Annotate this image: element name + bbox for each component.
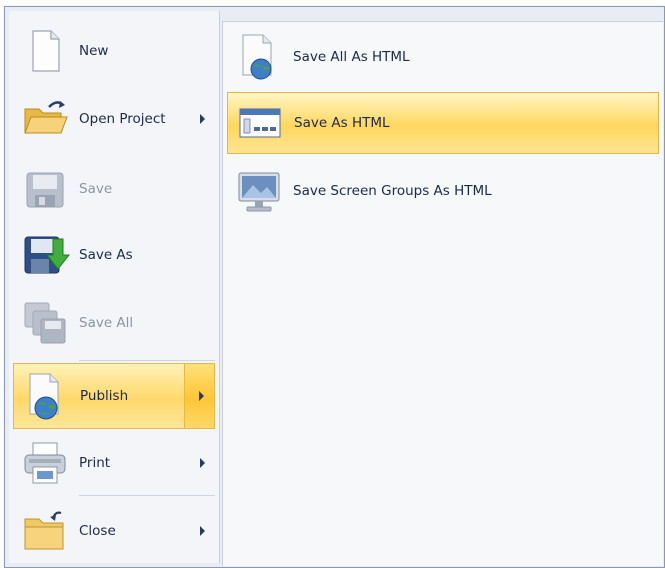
menu-item-save-label: Save	[79, 181, 113, 197]
menu-item-close[interactable]: Close	[13, 501, 215, 561]
menu-item-save-all-label: Save All	[79, 315, 134, 331]
open-folder-icon	[19, 93, 71, 145]
menu-item-publish[interactable]: Publish	[13, 363, 215, 429]
menu-separator	[79, 360, 215, 361]
submenu-arrow-icon	[200, 114, 205, 124]
file-menu: New Open Project Save Save As Save All P…	[4, 6, 665, 568]
menu-item-publish-label: Publish	[80, 388, 129, 404]
menu-item-new[interactable]: New	[13, 21, 215, 81]
save-as-icon	[19, 229, 71, 281]
printer-icon	[19, 437, 71, 489]
menu-item-open-project[interactable]: Open Project	[13, 89, 215, 149]
submenu-item-save-all-as-html-label: Save All As HTML	[293, 49, 410, 65]
menu-item-print[interactable]: Print	[13, 433, 215, 493]
publish-globe-icon	[20, 370, 72, 422]
submenu-arrow-icon	[200, 458, 205, 468]
submenu-item-save-as-html-label: Save As HTML	[294, 115, 390, 131]
submenu-item-save-screen-groups-as-html-label: Save Screen Groups As HTML	[293, 183, 492, 199]
monitor-screen-icon	[233, 165, 285, 217]
menu-item-close-label: Close	[79, 523, 116, 539]
menu-separator	[79, 495, 215, 496]
publish-submenu-pane: Save All As HTML Save As HTML Save Scree…	[222, 21, 663, 566]
save-disk-icon	[19, 163, 71, 215]
menu-item-save-all[interactable]: Save All	[13, 293, 215, 353]
menu-item-save-as[interactable]: Save As	[13, 225, 215, 285]
globe-document-icon	[233, 31, 285, 83]
submenu-arrow-icon	[199, 391, 204, 401]
submenu-item-save-as-html[interactable]: Save As HTML	[227, 92, 659, 154]
menu-item-print-label: Print	[79, 455, 111, 471]
submenu-item-save-screen-groups-as-html[interactable]: Save Screen Groups As HTML	[227, 160, 659, 222]
submenu-item-save-all-as-html[interactable]: Save All As HTML	[227, 26, 659, 88]
menu-item-save[interactable]: Save	[13, 159, 215, 219]
menu-item-open-project-label: Open Project	[79, 111, 166, 127]
new-document-icon	[19, 25, 71, 77]
menu-item-save-as-label: Save As	[79, 247, 133, 263]
html-window-icon	[234, 97, 286, 149]
close-folder-icon	[19, 505, 71, 557]
menu-item-new-label: New	[79, 43, 109, 59]
file-menu-left-pane: New Open Project Save Save As Save All P…	[9, 11, 220, 563]
save-all-icon	[19, 297, 71, 349]
submenu-arrow-icon	[200, 526, 205, 536]
